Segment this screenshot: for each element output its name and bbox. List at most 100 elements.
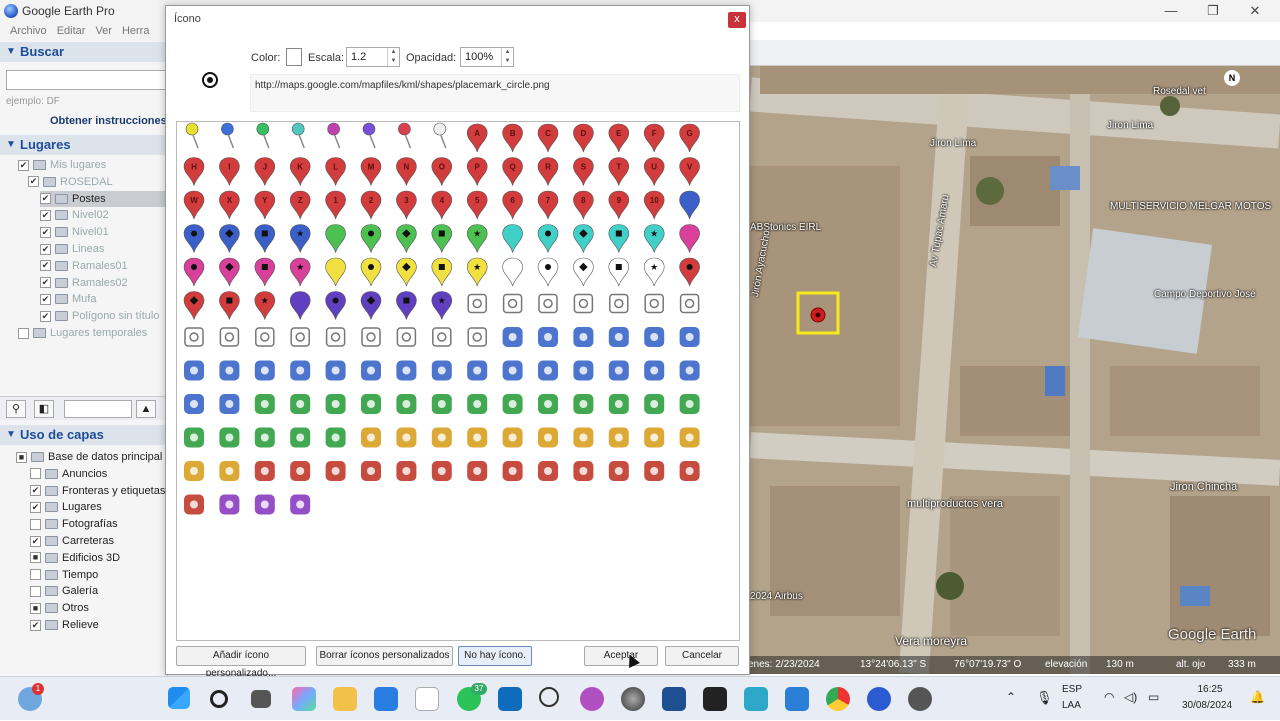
search-input[interactable] bbox=[6, 70, 168, 90]
info-icon[interactable] bbox=[644, 293, 664, 314]
post-office-icon[interactable] bbox=[644, 461, 665, 481]
chevron-up-icon[interactable]: ⌃ bbox=[1006, 690, 1016, 704]
checkbox[interactable]: ■ bbox=[30, 602, 41, 614]
start-icon[interactable] bbox=[168, 687, 190, 709]
layers-item[interactable]: ✔ Lugares bbox=[30, 499, 102, 515]
vscode-icon[interactable] bbox=[785, 687, 809, 711]
info-circle-icon[interactable] bbox=[573, 360, 594, 381]
checkbox[interactable]: ■ bbox=[30, 552, 41, 564]
task-view-icon[interactable] bbox=[251, 690, 271, 708]
letter-e-marker-icon[interactable]: E bbox=[608, 123, 630, 153]
letter-b-marker-icon[interactable]: B bbox=[502, 123, 523, 153]
battery-icon[interactable]: ▭ bbox=[1148, 690, 1159, 704]
shopping-icon[interactable] bbox=[396, 427, 417, 448]
pushpin-icon[interactable] bbox=[291, 122, 305, 149]
euro-icon[interactable] bbox=[290, 461, 311, 481]
keyboard-layout[interactable]: LAA bbox=[1062, 700, 1081, 711]
yen-icon[interactable] bbox=[325, 461, 346, 481]
man-icon[interactable] bbox=[644, 327, 665, 347]
number-4-marker-icon[interactable]: 4 bbox=[431, 190, 453, 220]
checkbox[interactable]: ■ bbox=[16, 451, 27, 463]
menu-editar[interactable]: Editar bbox=[57, 25, 86, 37]
map-view[interactable]: Rosedal vet Jiron Lima Jiron Lima MULTIS… bbox=[750, 66, 1280, 674]
layers-item[interactable]: ■ Base de datos principal bbox=[16, 449, 162, 465]
bus-icon[interactable] bbox=[290, 360, 311, 381]
checkbox[interactable] bbox=[30, 518, 41, 530]
microphone-icon[interactable]: 🎙 bbox=[1036, 690, 1053, 706]
letter-l-marker-icon[interactable]: L bbox=[325, 157, 346, 186]
speedometer-icon[interactable] bbox=[539, 687, 559, 707]
phone-icon[interactable] bbox=[467, 461, 488, 481]
pushpin-icon[interactable] bbox=[398, 122, 412, 149]
letter-m-marker-icon[interactable]: M bbox=[360, 157, 382, 186]
cyan-dot-marker-icon[interactable] bbox=[537, 224, 559, 253]
places-item[interactable]: Lugares temporales bbox=[18, 325, 147, 341]
water-skiing-icon[interactable] bbox=[396, 394, 417, 414]
target-icon[interactable] bbox=[290, 327, 310, 347]
grocery-icon[interactable] bbox=[467, 427, 488, 448]
letter-p-marker-icon[interactable]: P bbox=[466, 157, 488, 186]
restroom-icon[interactable] bbox=[608, 327, 629, 347]
white-diamond-marker-icon[interactable] bbox=[573, 257, 594, 287]
gas-icon[interactable] bbox=[679, 427, 700, 448]
volcano-icon[interactable] bbox=[219, 494, 240, 515]
move-up-button[interactable]: ▲ bbox=[136, 400, 156, 418]
letter-t-marker-icon[interactable]: T bbox=[608, 157, 630, 186]
pushpin-icon[interactable] bbox=[327, 122, 341, 149]
checkbox[interactable]: ✔ bbox=[40, 293, 51, 305]
earthquake-icon[interactable] bbox=[538, 461, 558, 481]
number-7-marker-icon[interactable]: 7 bbox=[537, 190, 559, 220]
amazon-icon[interactable] bbox=[415, 687, 439, 711]
picnic-icon[interactable] bbox=[502, 394, 523, 414]
checkbox[interactable] bbox=[18, 327, 29, 339]
letter-o-marker-icon[interactable]: O bbox=[431, 157, 453, 186]
checkbox[interactable]: ✔ bbox=[40, 226, 51, 238]
bar-icon[interactable] bbox=[573, 327, 594, 347]
cafe-icon[interactable] bbox=[538, 327, 558, 347]
opacity-spinbox[interactable]: 100% ▲ ▼ bbox=[460, 47, 514, 67]
search-panel-header[interactable]: ▼ Buscar bbox=[0, 42, 168, 62]
campfire-icon[interactable] bbox=[467, 394, 488, 414]
delete-custom-icons-button[interactable]: Borrar íconos personalizados bbox=[316, 646, 453, 666]
horse-icon[interactable] bbox=[254, 427, 275, 448]
partly-cloudy-icon[interactable] bbox=[184, 494, 204, 515]
map-label-rosedal[interactable]: Rosedal vet bbox=[1153, 86, 1206, 97]
white-blank-marker-icon[interactable] bbox=[502, 257, 523, 287]
forbidden-icon[interactable] bbox=[609, 293, 629, 314]
square-dot-icon[interactable] bbox=[396, 327, 417, 347]
wifi-icon[interactable]: ◠ bbox=[1104, 690, 1114, 704]
number-3-marker-icon[interactable]: 3 bbox=[396, 190, 417, 220]
dollar-icon[interactable] bbox=[254, 461, 275, 481]
cyan-star-marker-icon[interactable]: ★ bbox=[643, 224, 665, 253]
checkbox[interactable]: ✔ bbox=[40, 310, 51, 322]
yellow-dot-marker-icon[interactable] bbox=[360, 257, 382, 287]
places-panel-header[interactable]: ▼ Lugares bbox=[0, 135, 168, 155]
trail-icon[interactable] bbox=[644, 394, 665, 414]
webcam-icon[interactable] bbox=[290, 494, 311, 515]
map-label-vera-moreyra[interactable]: Vera moreyra bbox=[895, 634, 967, 648]
places-item[interactable]: ✔ Postes bbox=[40, 190, 168, 207]
pushpin-icon[interactable] bbox=[256, 122, 270, 149]
icon-url-field[interactable]: http://maps.google.com/mapfiles/kml/shap… bbox=[250, 74, 740, 112]
letter-z-marker-icon[interactable]: Z bbox=[289, 190, 311, 220]
hexagon-icon[interactable] bbox=[679, 293, 700, 314]
subway-icon[interactable] bbox=[502, 360, 523, 381]
checkbox[interactable]: ✔ bbox=[30, 535, 41, 547]
menu-herramientas[interactable]: Herra bbox=[122, 25, 150, 37]
camera-icon[interactable] bbox=[254, 494, 275, 515]
cyan-square-marker-icon[interactable] bbox=[608, 224, 630, 253]
letter-h-marker-icon[interactable]: H bbox=[183, 157, 205, 186]
yellow-diamond-marker-icon[interactable] bbox=[396, 257, 417, 287]
google-earth-taskbar-icon[interactable] bbox=[621, 687, 645, 711]
search-icon[interactable] bbox=[210, 690, 228, 708]
golf-icon[interactable] bbox=[290, 427, 311, 448]
police-icon[interactable] bbox=[608, 427, 629, 448]
cyan-diamond-marker-icon[interactable] bbox=[573, 224, 594, 253]
sailing-icon[interactable] bbox=[290, 394, 311, 414]
tram-icon[interactable] bbox=[538, 360, 558, 381]
rail-icon[interactable] bbox=[361, 360, 381, 381]
tools-icon[interactable] bbox=[644, 427, 665, 448]
checkbox[interactable]: ✔ bbox=[40, 193, 51, 205]
red-diamond-marker-icon[interactable] bbox=[183, 291, 205, 320]
ferry-icon[interactable] bbox=[431, 360, 452, 381]
